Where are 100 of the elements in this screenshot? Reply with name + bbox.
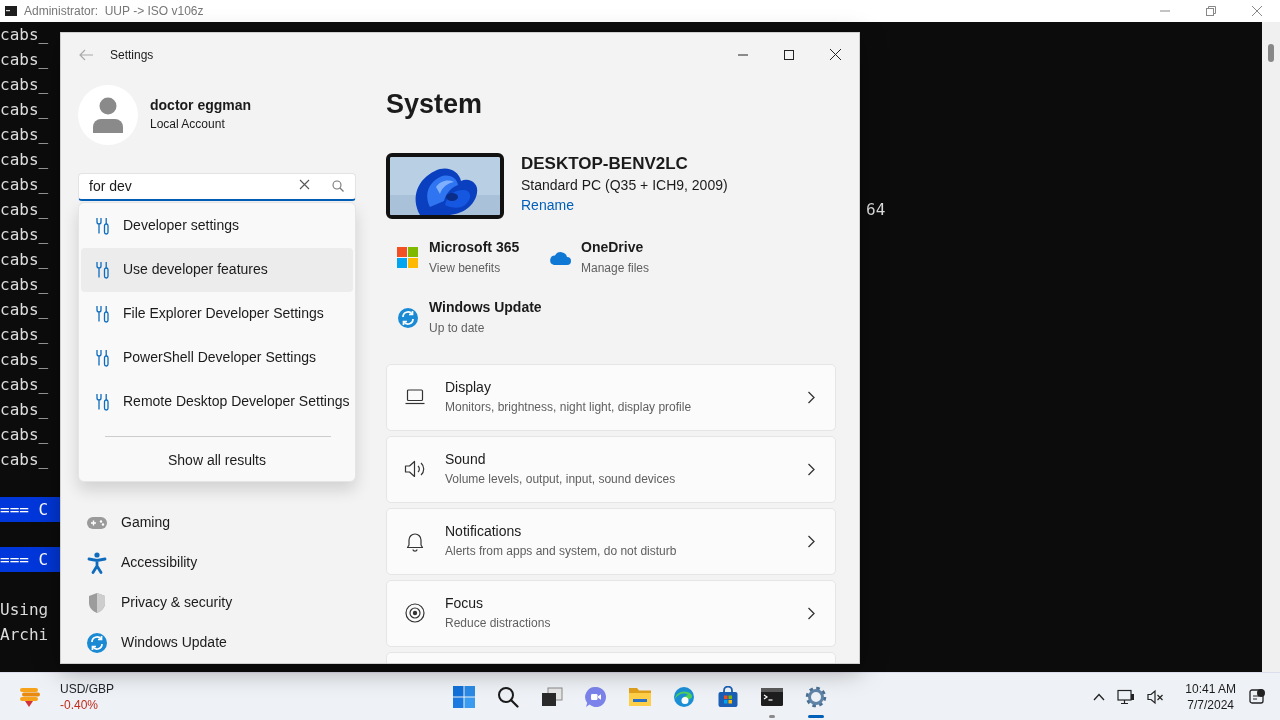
console-text: cabs_ [0,125,49,144]
tile-subtitle: Manage files [581,260,650,278]
console-text: cabs_ [0,25,49,44]
rename-link[interactable]: Rename [521,196,574,213]
card-subtitle: Alerts from apps and system, do not disturb [445,543,678,561]
widget-title[interactable]: USD/GBP [60,680,114,697]
console-text: cabs_ [0,400,49,419]
tools-icon [95,260,111,279]
controller-icon [86,514,108,531]
clear-button[interactable] [299,178,310,190]
maximize-icon [784,49,794,60]
tile-title[interactable]: OneDrive [581,237,650,259]
tile-subtitle: View benefits [429,260,502,278]
settings-card[interactable]: Sound Volume levels, output, input, sound devices [386,435,836,503]
tools-icon [95,392,111,411]
search-field[interactable]: for dev [78,172,356,201]
close-icon [829,49,841,61]
card-title: Display [445,378,492,398]
cloud-icon [548,250,571,265]
terminal-icon[interactable] [760,685,784,708]
chevron-right-icon [807,390,815,404]
gear-icon[interactable] [804,684,828,709]
console-text: === C [0,497,60,522]
sync-icon [86,631,108,654]
console-text: Archi [0,625,49,644]
suggestion-item[interactable]: Remote Desktop Developer Settings [81,379,353,424]
show-all-link[interactable]: Show all results [167,451,266,468]
chat-icon[interactable] [585,685,607,708]
restore-icon [1206,6,1216,16]
sync-icon [396,306,419,329]
console-text: === C [0,547,60,572]
chevron-right-icon [807,534,815,548]
settings-card[interactable]: Focus Reduce distractions [386,579,836,647]
task-view-icon[interactable] [541,686,563,707]
device-name: DESKTOP-BENV2LC [521,152,689,175]
nav-item[interactable]: Gaming [78,502,386,543]
console-icon [5,6,17,16]
console-text: cabs_ [0,325,49,344]
shield-icon [87,591,107,614]
console-text: cabs_ [0,375,49,394]
search-icon[interactable] [497,685,519,708]
network-icon[interactable] [1117,688,1136,705]
settings-card[interactable]: Display Monitors, brightness, night light, display profile [386,363,836,431]
console-text: cabs_ [0,200,49,219]
card-title: Notifications [445,522,523,542]
nav-item[interactable]: Accessibility [78,542,386,583]
widget-change[interactable]: -0.40% [60,696,114,713]
settings-card[interactable]: Notifications Alerts from apps and system, do not disturb [386,507,836,575]
start-icon[interactable] [453,685,475,708]
device-model: Standard PC (Q35 + ICH9, 2009) [521,175,728,195]
chevron-up-icon[interactable] [1093,692,1106,701]
volume-muted-icon[interactable] [1147,688,1166,705]
tile-title[interactable]: Microsoft 365 [429,237,520,259]
card-title: Focus [445,594,485,614]
console-text: Using [0,600,49,619]
shopping-bag-icon[interactable] [717,685,739,708]
close-icon [299,178,310,190]
tile-subtitle: Up to date [429,320,486,338]
tools-icon [95,304,111,323]
browser-icon[interactable] [673,685,695,708]
nav-item[interactable]: Privacy & security [78,582,386,623]
console-text: cabs_ [0,275,49,294]
account-name: doctor eggman [150,96,252,116]
nav-item[interactable]: Windows Update [78,622,386,663]
window-title: Administrator: UUP -> ISO v106z [24,3,204,20]
suggestion-item[interactable]: Use developer features [81,247,353,292]
laptop-icon [405,389,425,406]
console-text: cabs_ [0,100,49,119]
tools-icon [95,348,111,367]
card-title: Sound [445,450,487,470]
person-icon [93,96,123,133]
page-heading: System [386,87,484,121]
console-text: cabs_ [0,350,49,369]
console-text: cabs_ [0,50,49,69]
suggestion-item[interactable]: Developer settings [81,203,353,248]
console-text: 64 [866,200,886,219]
console-text: cabs_ [0,150,49,169]
console-text: cabs_ [0,425,49,444]
scrollbar-thumb[interactable] [1268,44,1274,62]
chevron-right-icon [807,462,815,476]
console-text: cabs_ [0,450,49,469]
card-subtitle: Volume levels, output, input, sound devices [445,471,677,489]
account-type: Local Account [150,116,226,134]
focus-icon [405,603,425,624]
notification-icon[interactable] [1248,687,1266,706]
suggestion-item[interactable]: PowerShell Developer Settings [81,335,353,380]
console-text: cabs_ [0,75,49,94]
console-text: cabs_ [0,225,49,244]
window-title: Settings [110,46,154,64]
accessibility-icon [87,551,107,574]
folder-icon[interactable] [628,685,652,708]
tile-title[interactable]: Windows Update [429,297,542,319]
clock[interactable]: 10:41 AM 7/7/2024 [1185,680,1236,713]
card-subtitle: Monitors, brightness, night light, display profile [445,399,693,417]
suggestion-item[interactable]: File Explorer Developer Settings [81,291,353,336]
scrollbar[interactable] [1262,22,1280,672]
close-icon [1252,6,1262,16]
chevron-right-icon [807,606,815,620]
console-text: cabs_ [0,175,49,194]
card-subtitle: Reduce distractions [445,615,552,633]
